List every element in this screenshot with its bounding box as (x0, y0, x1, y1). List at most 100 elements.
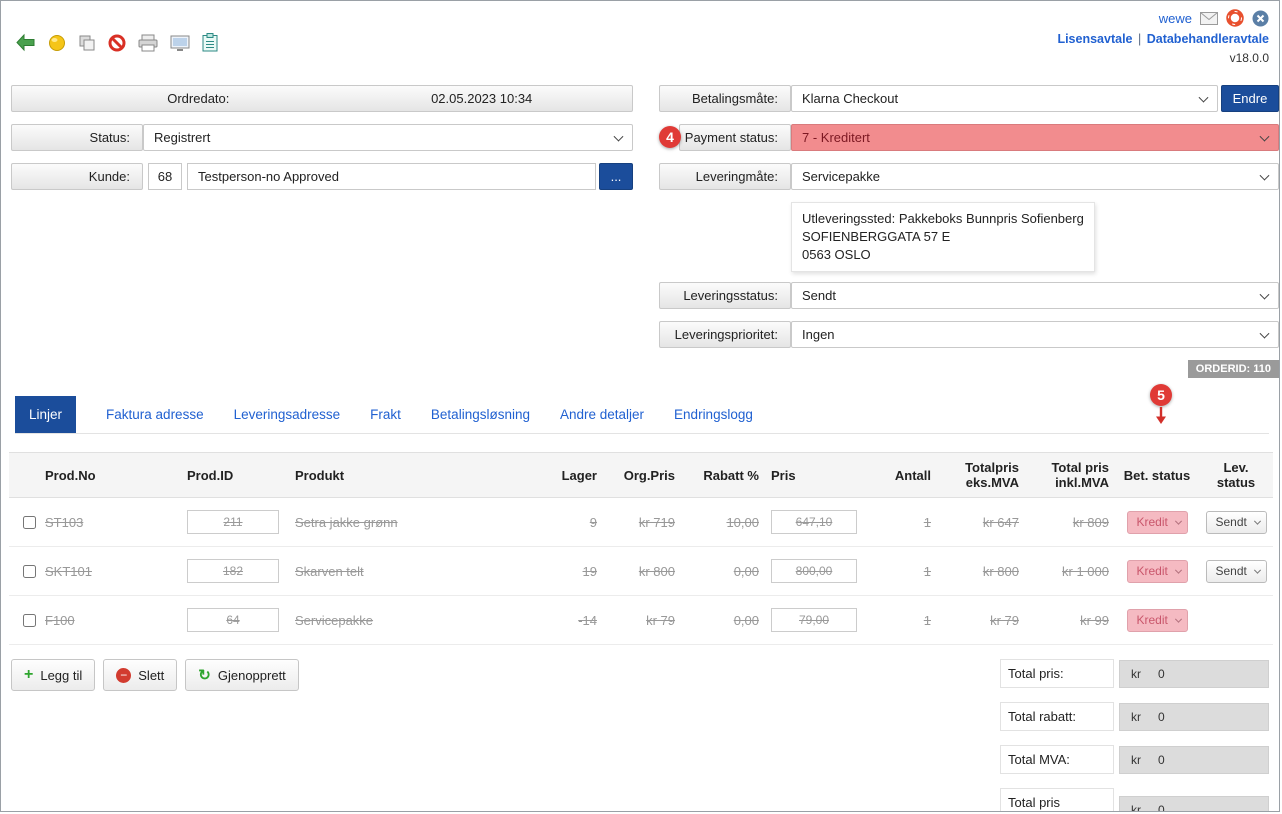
orgpris-value: kr 800 (639, 564, 675, 579)
tab-endringslogg[interactable]: Endringslogg (674, 396, 753, 433)
kunde-id-input[interactable] (148, 163, 182, 190)
package-icon[interactable] (48, 34, 66, 52)
total-pris-mva-row: Total pris m/MVA: kr 0 (1000, 788, 1269, 812)
plus-icon: + (24, 667, 33, 683)
prodid-input[interactable] (187, 608, 279, 632)
leveringmate-row: Leveringmåte: Servicepakke (659, 163, 1279, 190)
tab-andre-detaljer[interactable]: Andre detaljer (560, 396, 644, 433)
antall-value: 1 (924, 613, 931, 628)
ordredato-row: Ordredato: 02.05.2023 10:34 (11, 85, 633, 112)
mail-icon[interactable] (1200, 12, 1218, 25)
back-icon[interactable] (15, 33, 36, 52)
totalpris-inkl-value: kr 99 (1080, 613, 1109, 628)
header-lager: Lager (541, 453, 603, 498)
tab-frakt[interactable]: Frakt (370, 396, 401, 433)
produkt-value: Servicepakke (295, 613, 373, 628)
tab-faktura-adresse[interactable]: Faktura adresse (106, 396, 204, 433)
header-totalpris-eks: Totalpris eks.MVA (937, 453, 1025, 498)
top-right-area: wewe Lisensavtale | Databehandleravtale … (1057, 9, 1269, 65)
betalingsmate-select[interactable]: Klarna Checkout (791, 85, 1218, 112)
orgpris-value: kr 79 (646, 613, 675, 628)
table-row: SKT101 Skarven telt 19 kr 800 0,00 1 kr … (9, 547, 1273, 596)
lev-status-select[interactable]: Sendt (1206, 511, 1267, 534)
header-prodno: Prod.No (39, 453, 181, 498)
close-icon[interactable] (1252, 10, 1269, 27)
restore-icon: ↻ (198, 668, 211, 683)
leveringsprioritet-select[interactable]: Ingen (791, 321, 1279, 348)
row-checkbox[interactable] (23, 516, 36, 529)
table-row: F100 Servicepakke -14 kr 79 0,00 1 kr 79… (9, 596, 1273, 645)
payment-status-select[interactable]: 7 - Kreditert (791, 124, 1279, 151)
currency-label: kr (1131, 667, 1141, 681)
totalpris-eks-value: kr 800 (983, 564, 1019, 579)
amount-value: 0 (1158, 667, 1165, 681)
kunde-browse-button[interactable]: ... (599, 163, 633, 190)
agreement-links: Lisensavtale | Databehandleravtale (1057, 32, 1269, 46)
arrow-down-icon (1155, 407, 1167, 425)
pris-input[interactable] (771, 608, 857, 632)
top-bar: wewe Lisensavtale | Databehandleravtale … (1, 1, 1279, 75)
header-rabatt: Rabatt % (681, 453, 765, 498)
currency-label: kr (1131, 753, 1141, 767)
prodno-value: SKT101 (45, 564, 92, 579)
gjenopprett-label: Gjenopprett (218, 668, 286, 683)
total-mva-value: kr 0 (1119, 746, 1269, 774)
amount-value: 0 (1158, 803, 1165, 812)
username[interactable]: wewe (1159, 11, 1192, 26)
help-icon[interactable] (1226, 9, 1244, 27)
rabatt-value: 10,00 (726, 515, 759, 530)
leveringsstatus-select[interactable]: Sendt (791, 282, 1279, 309)
print-icon[interactable] (138, 34, 158, 52)
clipboard-icon[interactable] (202, 33, 218, 52)
lager-value: -14 (578, 613, 597, 628)
totalpris-inkl-value: kr 1 000 (1062, 564, 1109, 579)
status-row: Status: Registrert (11, 124, 633, 151)
status-select[interactable]: Registrert (143, 124, 633, 151)
pickup-address-line3: 0563 OSLO (802, 246, 1084, 264)
bet-status-select[interactable]: Kredit (1127, 511, 1188, 534)
header-checkbox (9, 453, 39, 498)
status-label: Status: (11, 124, 143, 151)
prodid-input[interactable] (187, 510, 279, 534)
tab-betalingslosning[interactable]: Betalingsløsning (431, 396, 530, 433)
bet-status-select[interactable]: Kredit (1127, 609, 1188, 632)
header-antall: Antall (861, 453, 937, 498)
lager-value: 19 (583, 564, 597, 579)
currency-label: kr (1131, 803, 1141, 812)
produkt-value: Skarven telt (295, 564, 364, 579)
pickup-address-box: Utleveringssted: Pakkeboks Bunnpris Sofi… (791, 202, 1095, 272)
tab-bar: Linjer Faktura adresse Leveringsadresse … (15, 396, 1269, 434)
prodid-input[interactable] (187, 559, 279, 583)
kunde-name-input[interactable] (187, 163, 596, 190)
bet-status-select[interactable]: Kredit (1127, 560, 1188, 583)
rabatt-value: 0,00 (734, 613, 759, 628)
link-separator: | (1136, 32, 1143, 46)
link-lisensavtale[interactable]: Lisensavtale (1057, 32, 1132, 46)
header-pris: Pris (765, 453, 861, 498)
copy-icon[interactable] (78, 34, 96, 52)
lev-status-select[interactable]: Sendt (1206, 560, 1267, 583)
line-actions: + Legg til − Slett ↻ Gjenopprett (9, 659, 299, 691)
block-icon[interactable] (108, 34, 126, 52)
pris-input[interactable] (771, 559, 857, 583)
kunde-row: Kunde: ... (11, 163, 633, 190)
leveringmate-select[interactable]: Servicepakke (791, 163, 1279, 190)
screen-icon[interactable] (170, 34, 190, 52)
pickup-address-line1: Utleveringssted: Pakkeboks Bunnpris Sofi… (802, 210, 1084, 228)
pickup-address-line2: SOFIENBERGGATA 57 E (802, 228, 1084, 246)
row-checkbox[interactable] (23, 614, 36, 627)
link-databehandleravtale[interactable]: Databehandleravtale (1147, 32, 1269, 46)
toolbar (15, 33, 218, 52)
row-checkbox[interactable] (23, 565, 36, 578)
totalpris-eks-value: kr 647 (983, 515, 1019, 530)
endre-button[interactable]: Endre (1221, 85, 1279, 112)
pris-input[interactable] (771, 510, 857, 534)
betalingsmate-row: Betalingsmåte: Klarna Checkout Endre (659, 85, 1279, 112)
tab-linjer[interactable]: Linjer (15, 396, 76, 433)
tab-leveringsadresse[interactable]: Leveringsadresse (234, 396, 341, 433)
gjenopprett-button[interactable]: ↻ Gjenopprett (185, 659, 299, 691)
slett-button[interactable]: − Slett (103, 659, 177, 691)
legg-til-button[interactable]: + Legg til (11, 659, 95, 691)
total-rabatt-value: kr 0 (1119, 703, 1269, 731)
table-header-row: Prod.No Prod.ID Produkt Lager Org.Pris R… (9, 453, 1273, 498)
